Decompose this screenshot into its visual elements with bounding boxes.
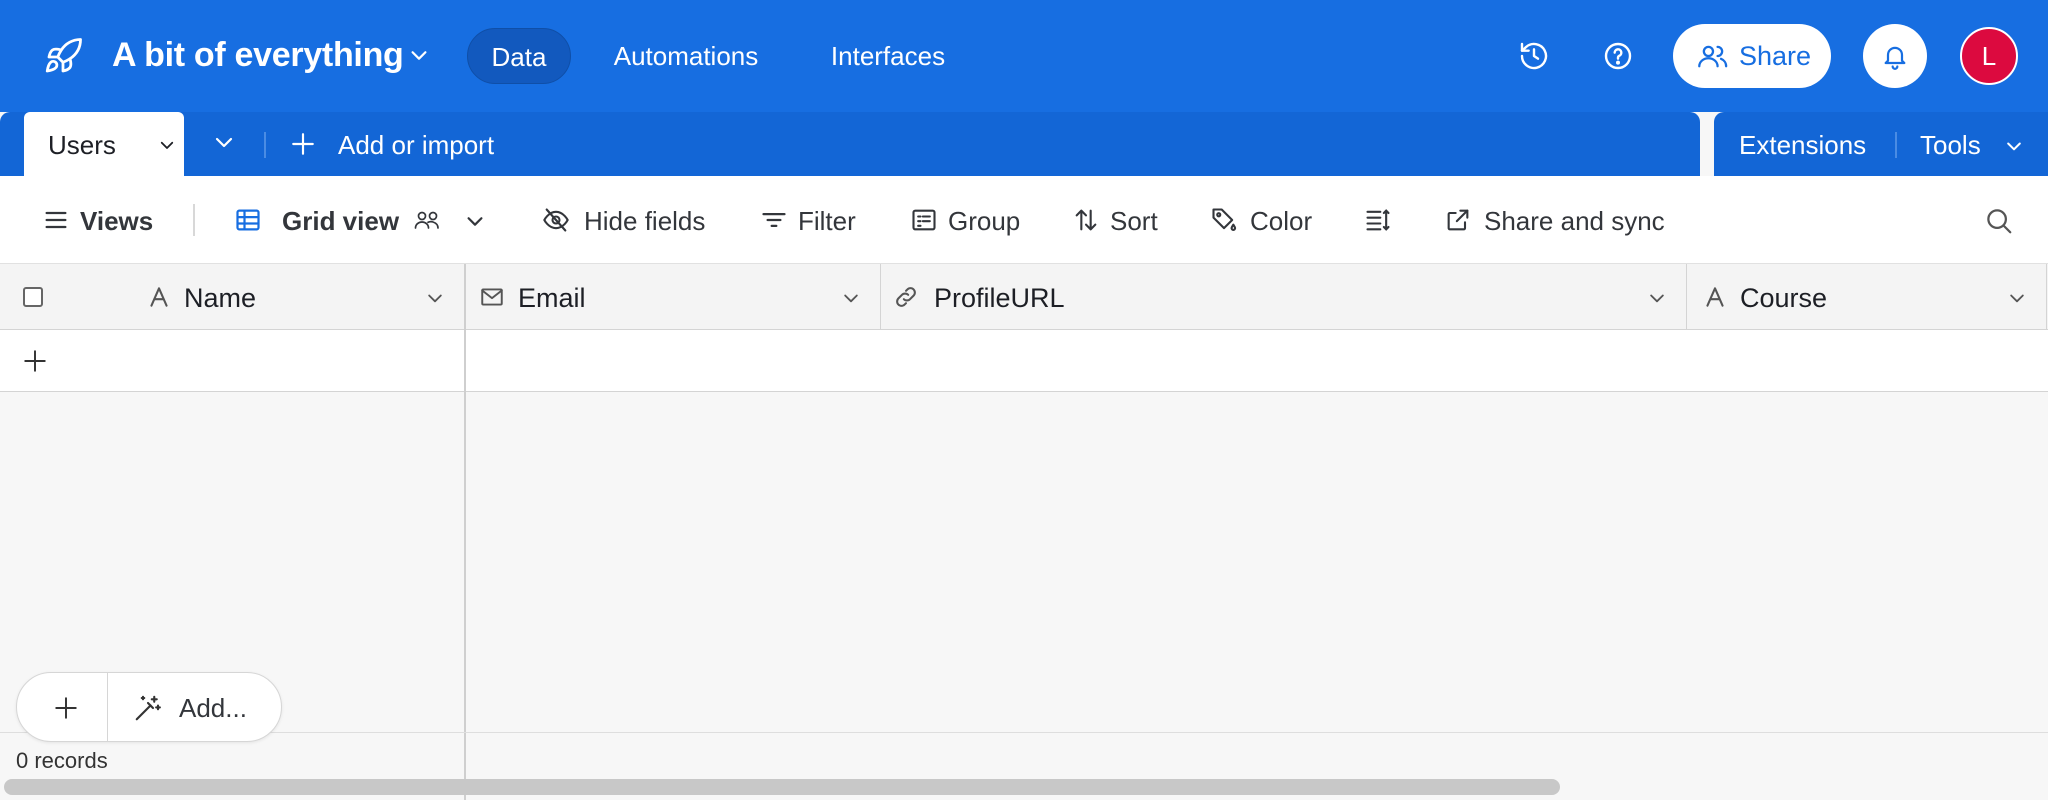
- view-toolbar: Views Grid view Hide fields Filter Group…: [0, 176, 2048, 264]
- mail-icon: [481, 288, 503, 306]
- history-icon[interactable]: [1518, 40, 1550, 72]
- help-icon[interactable]: [1602, 40, 1634, 72]
- link-icon: [896, 287, 916, 307]
- share-button[interactable]: Share: [1673, 24, 1831, 88]
- add-record-row[interactable]: [0, 330, 2048, 392]
- chevron-down-icon[interactable]: [1647, 288, 1667, 308]
- column-header-course[interactable]: Course: [1687, 264, 2047, 330]
- nav-tab-data[interactable]: Data: [467, 28, 571, 84]
- grid-view-selector[interactable]: Grid view: [234, 204, 504, 238]
- bell-icon: [1884, 46, 1906, 70]
- color-label: Color: [1250, 206, 1313, 236]
- app-header: A bit of everything Data Automations Int…: [0, 0, 2048, 112]
- eye-slash-icon: [543, 208, 569, 232]
- share-button-label: Share: [1739, 41, 1812, 71]
- divider: [107, 673, 108, 741]
- chevron-down-icon[interactable]: [841, 288, 861, 308]
- divider: [193, 204, 195, 236]
- chevron-down-icon[interactable]: [464, 210, 486, 232]
- record-count: 0 records: [16, 748, 108, 773]
- table-tabbar: Users Add or import: [0, 112, 1700, 176]
- filter-button[interactable]: Filter: [760, 204, 866, 238]
- base-title[interactable]: A bit of everything: [112, 36, 404, 75]
- row-height-icon: [1366, 209, 1390, 231]
- paint-bucket-icon: [1212, 208, 1237, 231]
- add-record-pill: Add...: [16, 672, 282, 742]
- column-label: ProfileURL: [934, 283, 1065, 313]
- sort-label: Sort: [1110, 206, 1158, 236]
- sort-button[interactable]: Sort: [1072, 204, 1164, 238]
- add-or-import-label: Add or import: [338, 130, 495, 160]
- chevron-down-icon[interactable]: [2004, 136, 2024, 156]
- chevron-down-icon[interactable]: [2007, 288, 2027, 308]
- column-header-name[interactable]: Name: [0, 264, 465, 330]
- share-and-sync-label: Share and sync: [1484, 206, 1665, 236]
- views-button[interactable]: Views: [42, 204, 162, 238]
- table-tab-users[interactable]: Users: [24, 112, 184, 176]
- group-icon: [912, 209, 936, 231]
- column-header-email[interactable]: Email: [465, 264, 881, 330]
- chevron-down-icon[interactable]: [425, 288, 445, 308]
- sort-icon: [1075, 209, 1097, 231]
- plus-icon[interactable]: [53, 695, 79, 721]
- external-link-icon: [1447, 209, 1469, 231]
- column-label: Course: [1740, 283, 1828, 313]
- share-and-sync-button[interactable]: Share and sync: [1444, 204, 1674, 238]
- divider: [1895, 132, 1897, 158]
- hide-fields-button[interactable]: Hide fields: [542, 204, 722, 238]
- menu-icon: [45, 211, 67, 229]
- chevron-down-icon[interactable]: [158, 136, 176, 154]
- notifications-button[interactable]: [1863, 24, 1927, 88]
- tools-button[interactable]: Tools: [1920, 130, 1981, 161]
- plus-icon: [292, 133, 314, 155]
- chevron-down-icon[interactable]: [212, 130, 236, 154]
- divider: [0, 732, 2048, 733]
- row-height-button[interactable]: [1364, 204, 1396, 238]
- magic-wand-icon[interactable]: [133, 693, 163, 723]
- search-icon[interactable]: [1984, 206, 2014, 236]
- add-button[interactable]: Add...: [179, 693, 247, 724]
- grid-icon: [236, 209, 260, 231]
- tabbar-right: Extensions Tools: [1714, 112, 2048, 176]
- filter-icon: [762, 213, 786, 227]
- collaborators-icon: [414, 211, 439, 229]
- group-button[interactable]: Group: [910, 204, 1026, 238]
- nav-tab-automations[interactable]: Automations: [598, 28, 774, 84]
- frozen-column-divider: [464, 264, 466, 800]
- table-tab-label: Users: [48, 130, 116, 160]
- color-button[interactable]: Color: [1210, 204, 1316, 238]
- avatar[interactable]: L: [1960, 27, 2018, 85]
- extensions-button[interactable]: Extensions: [1739, 130, 1866, 161]
- select-all-checkbox[interactable]: [23, 287, 43, 307]
- users-icon: [1698, 45, 1728, 68]
- nav-tab-interfaces[interactable]: Interfaces: [808, 28, 968, 84]
- text-icon: [1706, 287, 1724, 307]
- column-label: Email: [518, 283, 586, 313]
- plus-icon: [24, 350, 46, 372]
- grid-view-label: Grid view: [282, 206, 400, 236]
- views-label: Views: [80, 206, 154, 236]
- text-icon: [150, 287, 168, 307]
- column-label: Name: [184, 283, 257, 313]
- grid-header: Name Email ProfileURL Course: [0, 264, 2048, 330]
- divider: [264, 132, 266, 158]
- chevron-down-icon[interactable]: [408, 44, 430, 66]
- column-header-profileurl[interactable]: ProfileURL: [881, 264, 1687, 330]
- rocket-icon[interactable]: [40, 36, 86, 78]
- group-label: Group: [948, 206, 1021, 236]
- filter-label: Filter: [798, 206, 856, 236]
- horizontal-scrollbar[interactable]: [4, 779, 1560, 795]
- hide-fields-label: Hide fields: [584, 206, 706, 236]
